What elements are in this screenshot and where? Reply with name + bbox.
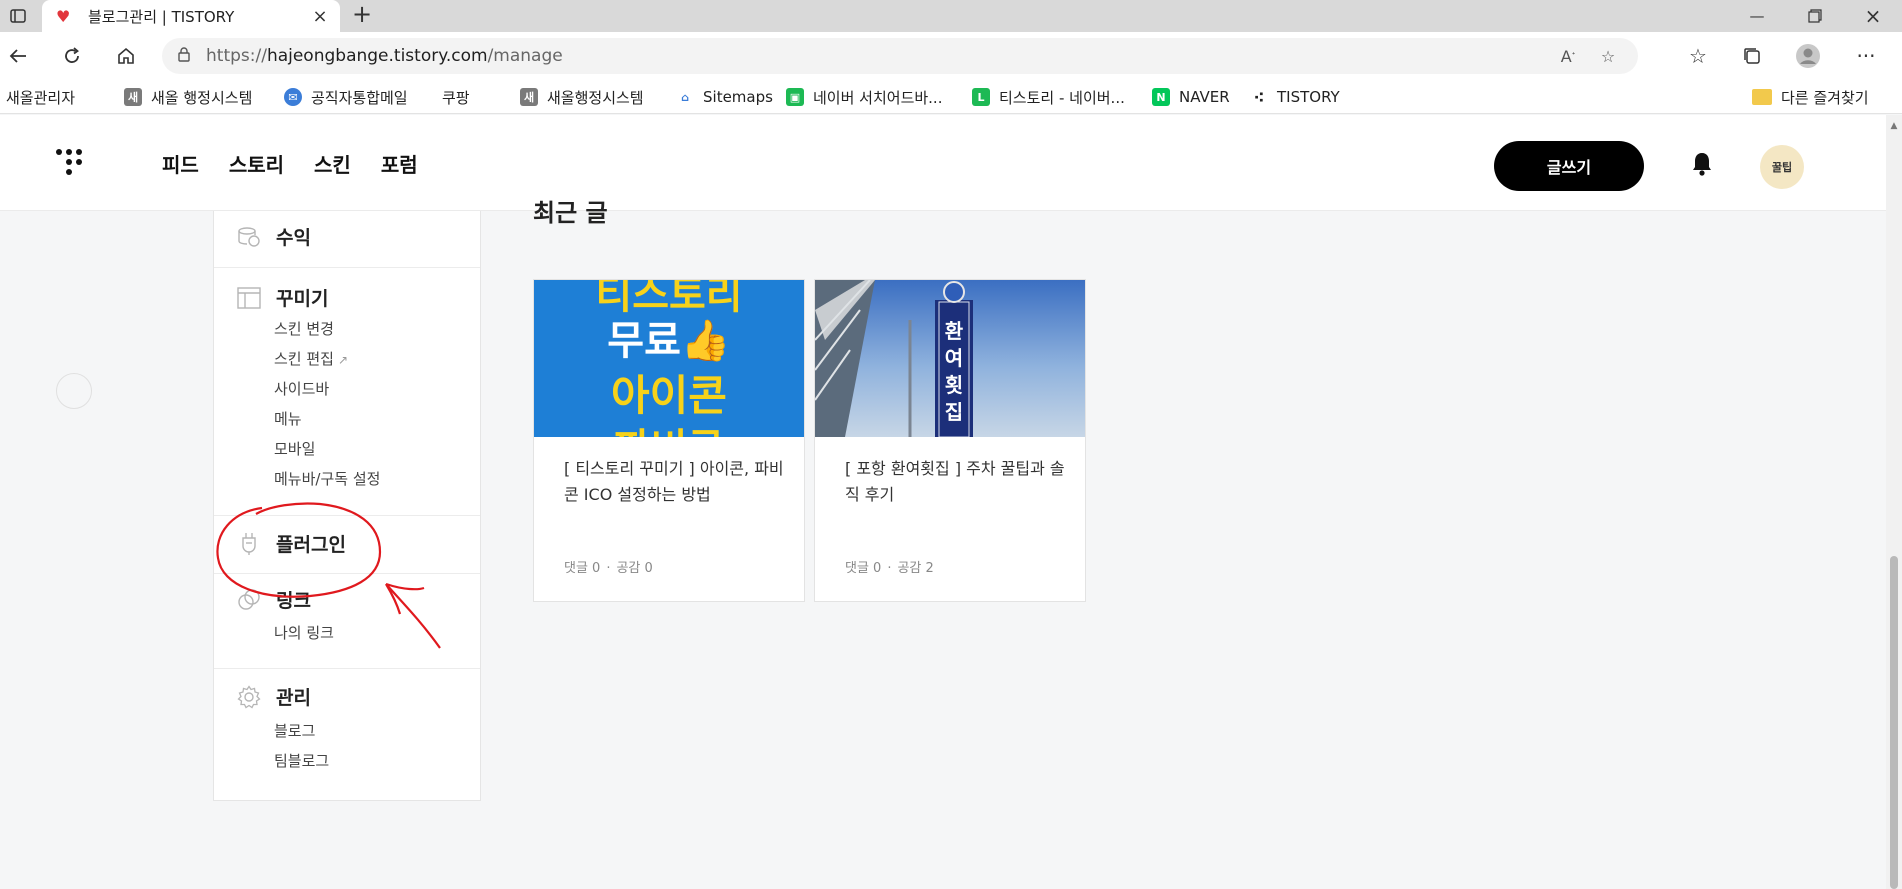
scroll-up-arrow-icon[interactable]: ▲ xyxy=(1886,121,1902,131)
post-meta: 댓글 0 · 공감 2 xyxy=(845,561,934,576)
tistory-icon: ⁖ xyxy=(1253,87,1265,107)
recent-posts-title: 최근 글 xyxy=(533,199,608,227)
bookmark-item[interactable]: ▣ 네이버 서치어드바... xyxy=(786,80,942,114)
heart-favicon-icon: ♥ xyxy=(56,6,71,26)
sidebar-section-decorate: 꾸미기 스킨 변경 스킨 편집 ↗ 사이드바 메뉴 모바일 메뉴바/구독 설정 xyxy=(214,268,480,516)
thumbnail-text: 파비콘 xyxy=(534,416,804,437)
nav-story[interactable]: 스토리 xyxy=(229,149,284,178)
post-thumbnail[interactable]: 환여횟집 xyxy=(815,280,1085,437)
global-nav: 피드 스토리 스킨 포럼 xyxy=(162,149,418,178)
tistory-manage-page: 피드 스토리 스킨 포럼 글쓰기 꿀팁 수익 꾸미기 스킨 변경 스킨 편집 ↗… xyxy=(0,115,1886,889)
sidebar-section-manage: 관리 블로그 팀블로그 xyxy=(214,669,480,800)
sidebar-item-link[interactable]: 링크 xyxy=(236,586,311,613)
bookmarks-bar: 새올관리자 새 새올 행정시스템 ✉ 공직자통합메일 쿠팡 새 새올행정시스템 ⌂ Si… xyxy=(0,80,1902,213)
bookmark-item[interactable]: 쿠팡 xyxy=(442,80,470,213)
plug-icon xyxy=(236,531,262,557)
sidebar-link-mobile[interactable]: 모바일 xyxy=(274,438,315,459)
url-text: https://hajeongbange.tistory.com/manage xyxy=(206,46,563,66)
browser-toolbar: https://hajeongbange.tistory.com/manage … xyxy=(0,32,1902,80)
sidebar-link-skin-edit[interactable]: 스킨 편집 ↗ xyxy=(274,348,348,369)
active-tab[interactable]: ♥ 블로그관리 | TISTORY × xyxy=(42,0,340,32)
home-icon[interactable] xyxy=(108,38,144,74)
tab-title: 블로그관리 | TISTORY xyxy=(88,7,235,26)
sidebar-section-revenue: 수익 xyxy=(214,211,480,268)
sidebar-section-link: 링크 나의 링크 xyxy=(214,574,480,669)
collections-icon[interactable] xyxy=(1734,38,1770,74)
post-title[interactable]: [ 포항 환여횟집 ] 주차 꿀팁과 솔직 후기 xyxy=(845,456,1065,508)
saeol-icon: 새 xyxy=(124,88,142,106)
sidebar-link-my-link[interactable]: 나의 링크 xyxy=(274,622,334,643)
bookmark-item[interactable]: ⌂ Sitemaps xyxy=(676,80,773,114)
manage-sidebar: 수익 꾸미기 스킨 변경 스킨 편집 ↗ 사이드바 메뉴 모바일 메뉴바/구독 설… xyxy=(213,211,481,801)
lock-icon[interactable] xyxy=(162,46,206,66)
sitemaps-icon: ⌂ xyxy=(681,90,689,104)
tistory-logo-icon[interactable] xyxy=(56,149,88,179)
bell-icon[interactable] xyxy=(1690,151,1716,179)
nav-skin[interactable]: 스킨 xyxy=(314,149,351,178)
close-tab-icon[interactable]: × xyxy=(310,6,330,27)
avatar[interactable]: 꿀팁 xyxy=(1760,145,1804,189)
back-icon[interactable] xyxy=(0,38,36,74)
sidebar-item-decorate[interactable]: 꾸미기 xyxy=(236,284,328,311)
sidebar-link-team-blog[interactable]: 팀블로그 xyxy=(274,750,329,771)
post-card[interactable]: 티스토리 무료👍 아이콘 파비콘 [ 티스토리 꾸미기 ] 아이콘, 파비콘 I… xyxy=(533,279,805,602)
mail-icon: ✉ xyxy=(284,88,302,106)
decorative-circle xyxy=(56,373,92,409)
bookmark-item[interactable]: L 티스토리 - 네이버... xyxy=(972,80,1125,114)
post-thumbnail[interactable]: 티스토리 무료👍 아이콘 파비콘 xyxy=(534,280,804,437)
naver-icon: N xyxy=(1152,88,1170,106)
thumbnail-text: 무료👍 xyxy=(607,318,731,364)
layout-icon xyxy=(236,285,262,311)
bookmark-item[interactable]: 새 새올 행정시스템 xyxy=(124,80,252,114)
browser-tab-bar: ♥ 블로그관리 | TISTORY × + — × xyxy=(0,0,1902,32)
sidebar-item-revenue[interactable]: 수익 xyxy=(236,223,311,250)
new-tab-button[interactable]: + xyxy=(350,0,374,32)
site-header: 피드 스토리 스킨 포럼 글쓰기 꿀팁 xyxy=(0,115,1886,211)
external-link-icon: ↗ xyxy=(337,353,349,367)
close-window-icon[interactable]: × xyxy=(1846,0,1900,32)
bookmark-item[interactable]: ⁖ TISTORY xyxy=(1250,80,1340,114)
bookmark-item[interactable]: 새올관리자 xyxy=(6,80,75,213)
sidebar-item-manage[interactable]: 관리 xyxy=(236,683,311,710)
sidebar-section-plugin: 플러그인 xyxy=(214,516,480,574)
read-aloud-icon[interactable]: Aᐩ xyxy=(1552,38,1584,74)
sidebar-link-skin-change[interactable]: 스킨 변경 xyxy=(274,318,334,339)
bookmark-item[interactable]: N NAVER xyxy=(1152,80,1230,114)
write-button[interactable]: 글쓰기 xyxy=(1494,141,1644,191)
scrollbar-thumb[interactable] xyxy=(1890,556,1898,889)
post-card[interactable]: 환여횟집 [ 포항 환여횟집 ] 주차 꿀팁과 솔직 후기 댓글 0 · 공감 2 xyxy=(814,279,1086,602)
link-icon xyxy=(236,587,262,613)
line-icon: L xyxy=(972,88,990,106)
profile-icon[interactable] xyxy=(1790,38,1826,74)
thumbnail-text: 아이콘 xyxy=(611,371,727,420)
thumbnail-sign-text: 환여횟집 xyxy=(944,319,964,424)
more-menu-icon[interactable]: ··· xyxy=(1848,38,1884,74)
favorites-icon[interactable]: ☆ xyxy=(1680,38,1716,74)
page-scrollbar[interactable]: ▲ xyxy=(1886,115,1902,889)
sidebar-link-menubar-subscribe[interactable]: 메뉴바/구독 설정 xyxy=(274,468,380,489)
restore-icon[interactable] xyxy=(1788,0,1842,32)
folder-icon xyxy=(1752,89,1772,105)
bookmark-item[interactable]: 새 새올행정시스템 xyxy=(520,80,644,114)
minimize-icon[interactable]: — xyxy=(1730,0,1784,32)
add-favorite-icon[interactable]: ☆ xyxy=(1592,38,1624,74)
nav-feed[interactable]: 피드 xyxy=(162,149,199,178)
sidebar-link-menu[interactable]: 메뉴 xyxy=(274,408,302,429)
coins-icon xyxy=(236,224,262,250)
bookmark-item[interactable]: ✉ 공직자통합메일 xyxy=(284,80,408,114)
sidebar-item-plugin[interactable]: 플러그인 xyxy=(236,530,346,557)
nav-forum[interactable]: 포럼 xyxy=(381,149,418,178)
post-meta: 댓글 0 · 공감 0 xyxy=(564,561,653,576)
sidebar-link-sidebar[interactable]: 사이드바 xyxy=(274,378,329,399)
tab-actions-icon[interactable] xyxy=(0,0,36,32)
other-favorites[interactable]: 다른 즐겨찾기 xyxy=(1752,80,1869,114)
naver-searchadvisor-icon: ▣ xyxy=(786,88,804,106)
gear-icon xyxy=(236,684,262,710)
sidebar-link-blog[interactable]: 블로그 xyxy=(274,720,315,741)
post-title[interactable]: [ 티스토리 꾸미기 ] 아이콘, 파비콘 ICO 설정하는 방법 xyxy=(564,456,784,508)
refresh-icon[interactable] xyxy=(54,38,90,74)
saeol-icon: 새 xyxy=(520,88,538,106)
address-bar[interactable]: https://hajeongbange.tistory.com/manage … xyxy=(162,38,1638,74)
